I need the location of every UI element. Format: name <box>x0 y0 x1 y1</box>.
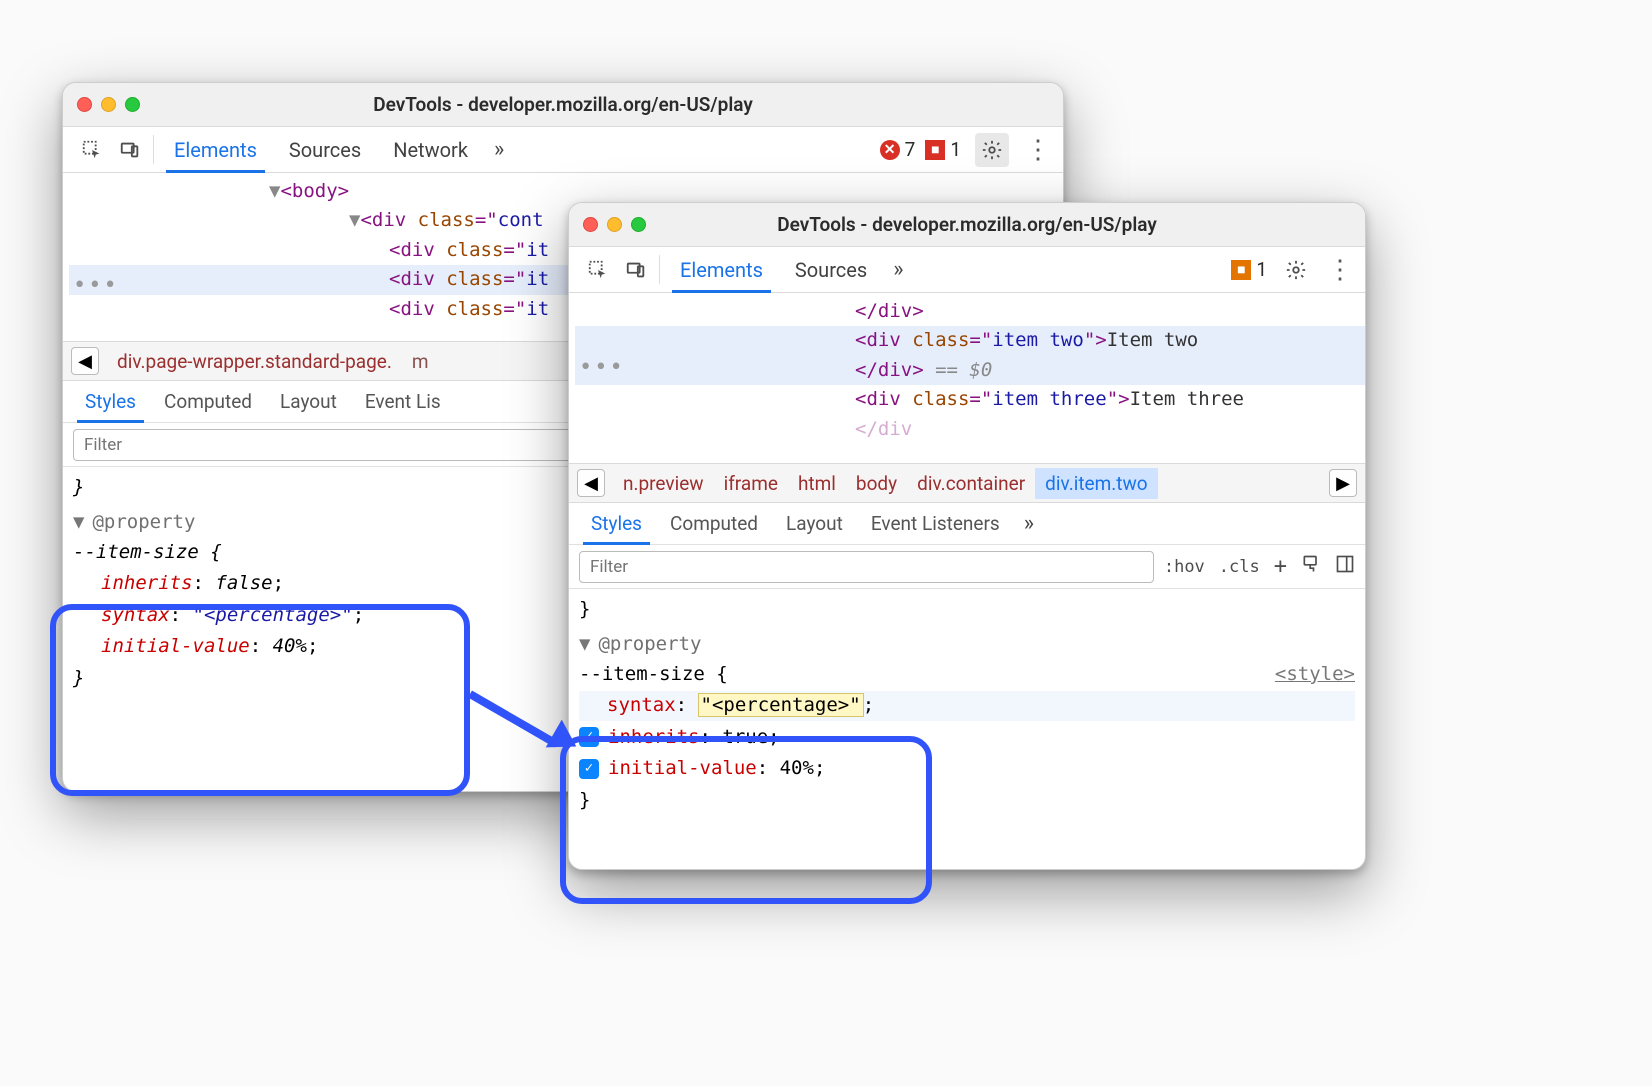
crumb-html[interactable]: html <box>788 468 846 499</box>
settings-icon[interactable] <box>1277 247 1315 292</box>
error-badge[interactable]: ✕ 7 <box>880 127 916 172</box>
subtabs-b: Styles Computed Layout Event Listeners » <box>569 503 1365 545</box>
subtab-events[interactable]: Event Lis <box>351 381 455 422</box>
tab-sources[interactable]: Sources <box>273 127 377 172</box>
crumb-item-two[interactable]: div.item.two <box>1035 468 1157 499</box>
subtab-styles[interactable]: Styles <box>71 381 150 422</box>
traffic-lights[interactable] <box>583 217 646 232</box>
crumb-container[interactable]: div.container <box>907 468 1035 499</box>
titlebar-a[interactable]: DevTools - developer.mozilla.org/en-US/p… <box>63 83 1063 127</box>
tab-network[interactable]: Network <box>377 127 484 172</box>
layout-icon[interactable] <box>1335 554 1355 579</box>
cls-button[interactable]: .cls <box>1219 557 1260 577</box>
prop-checkbox[interactable]: ✓ <box>579 727 599 747</box>
filter-input-b[interactable] <box>579 551 1154 583</box>
devtools-window-b: DevTools - developer.mozilla.org/en-US/p… <box>568 202 1366 870</box>
crumb-right[interactable]: ▶ <box>1329 469 1357 497</box>
prop-checkbox[interactable]: ✓ <box>579 759 599 779</box>
syntax-edit[interactable]: "<percentage>" <box>699 694 863 716</box>
styles-pane-b[interactable]: } ▼@property --item-size { <style> synta… <box>569 589 1365 821</box>
error-icon: ✕ <box>880 140 900 160</box>
filter-row-b: :hov .cls + <box>569 545 1365 589</box>
gutter-dots: ••• <box>73 269 119 303</box>
at-property-hdr-b[interactable]: ▼@property <box>579 630 1355 659</box>
window-title-a: DevTools - developer.mozilla.org/en-US/p… <box>63 93 1063 116</box>
issues-count: 1 <box>950 138 961 161</box>
subtabs-overflow[interactable]: » <box>1014 503 1044 544</box>
inspect-icon[interactable] <box>73 127 111 172</box>
tab-elements[interactable]: Elements <box>158 127 273 172</box>
dom-tree-b[interactable]: ••• </div> <div class="item two">Item tw… <box>569 293 1365 463</box>
main-tabs-a: Elements Sources Network » ✕ 7 ■ 1 ⋮ <box>63 127 1063 173</box>
crumb-iframe[interactable]: iframe <box>714 468 788 499</box>
source-style-tag[interactable]: <style> <box>1275 660 1355 689</box>
issues-badge[interactable]: ■ 1 <box>1231 247 1267 292</box>
device-toggle-icon[interactable] <box>111 127 149 172</box>
error-count: 7 <box>905 138 916 161</box>
more-menu[interactable]: ⋮ <box>1315 247 1365 292</box>
titlebar-b[interactable]: DevTools - developer.mozilla.org/en-US/p… <box>569 203 1365 247</box>
crumb-m[interactable]: m <box>402 346 439 377</box>
settings-icon[interactable] <box>975 133 1009 167</box>
tab-elements[interactable]: Elements <box>664 247 779 292</box>
breadcrumb-b[interactable]: ◀ n.preview iframe html body div.contain… <box>569 463 1365 503</box>
add-rule-button[interactable]: + <box>1274 554 1287 579</box>
stage: { "windowA": { "title": "DevTools - deve… <box>0 0 1652 1086</box>
tab-sources[interactable]: Sources <box>779 247 883 292</box>
crumb-preview[interactable]: n.preview <box>613 468 714 499</box>
subtab-events[interactable]: Event Listeners <box>857 503 1014 544</box>
crumb-path[interactable]: div.page-wrapper.standard-page. <box>107 346 402 377</box>
subtab-layout[interactable]: Layout <box>266 381 351 422</box>
issues-icon: ■ <box>1231 260 1251 280</box>
subtab-computed[interactable]: Computed <box>150 381 266 422</box>
tabs-overflow[interactable]: » <box>883 247 913 292</box>
subtab-styles[interactable]: Styles <box>577 503 656 544</box>
gutter-dots: ••• <box>579 351 625 385</box>
hov-button[interactable]: :hov <box>1164 557 1205 577</box>
rule-selector-b[interactable]: --item-size { <style> <box>579 660 1355 689</box>
more-menu[interactable]: ⋮ <box>1013 127 1063 172</box>
paint-icon[interactable] <box>1301 554 1321 579</box>
main-tabs-b: Elements Sources » ■ 1 ⋮ <box>569 247 1365 293</box>
zoom-dot[interactable] <box>125 97 140 112</box>
issues-icon: ■ <box>925 140 945 160</box>
inspect-icon[interactable] <box>579 247 617 292</box>
crumb-left[interactable]: ◀ <box>577 469 605 497</box>
device-toggle-icon[interactable] <box>617 247 655 292</box>
minimize-dot[interactable] <box>101 97 116 112</box>
close-dot[interactable] <box>77 97 92 112</box>
issues-badge[interactable]: ■ 1 <box>925 127 961 172</box>
issues-count: 1 <box>1256 258 1267 281</box>
subtab-computed[interactable]: Computed <box>656 503 772 544</box>
rule-close-b: } <box>579 786 1355 815</box>
crumb-body[interactable]: body <box>846 468 907 499</box>
crumb-left[interactable]: ◀ <box>71 347 99 375</box>
subtab-layout[interactable]: Layout <box>772 503 857 544</box>
traffic-lights[interactable] <box>77 97 140 112</box>
minimize-dot[interactable] <box>607 217 622 232</box>
window-title-b: DevTools - developer.mozilla.org/en-US/p… <box>569 213 1365 236</box>
zoom-dot[interactable] <box>631 217 646 232</box>
tabs-overflow[interactable]: » <box>484 127 514 172</box>
close-dot[interactable] <box>583 217 598 232</box>
